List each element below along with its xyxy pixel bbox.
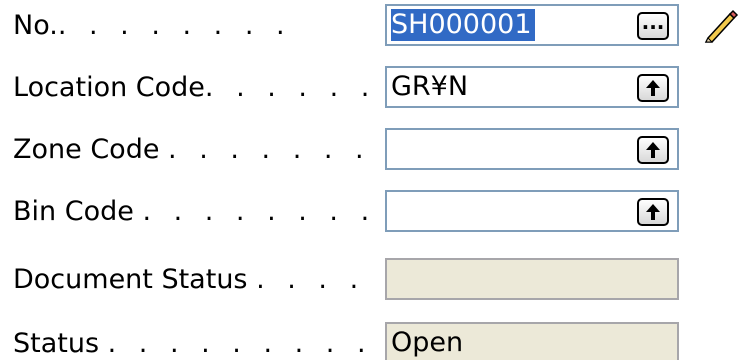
bin-code-field[interactable] (385, 190, 679, 232)
status-label: Status . . . . . . . . . (13, 328, 373, 359)
field-row-status: Status . . . . . . . . . Open (0, 318, 744, 360)
no-label: No.. . . . . . . . (13, 10, 292, 41)
field-row-no: No.. . . . . . . . SH000001 ... (0, 0, 744, 52)
bin-code-label: Bin Code . . . . . . . . (13, 196, 373, 227)
document-status-label: Document Status . . . . . (13, 264, 373, 295)
no-field[interactable]: SH000001 ... (385, 4, 679, 46)
lookup-arrow-icon (646, 204, 660, 220)
field-row-document-status: Document Status . . . . . (0, 254, 744, 306)
field-row-bin-code: Bin Code . . . . . . . . (0, 186, 744, 238)
location-code-lookup-button[interactable] (637, 74, 669, 102)
no-value: SH000001 (391, 9, 535, 41)
location-code-field[interactable]: GR¥N (385, 66, 679, 108)
status-field: Open (385, 322, 679, 360)
zone-code-field[interactable] (385, 128, 679, 170)
field-row-location-code: Location Code. . . . . . GR¥N (0, 62, 744, 114)
assist-edit-button[interactable]: ... (637, 12, 669, 40)
lookup-arrow-icon (646, 80, 660, 96)
warehouse-shipment-header-form: No.. . . . . . . . SH000001 ... Location… (0, 0, 744, 360)
document-status-field (385, 258, 679, 300)
location-code-label: Location Code. . . . . . (13, 72, 373, 103)
ellipsis-icon: ... (641, 10, 665, 34)
zone-code-label: Zone Code . . . . . . . (13, 134, 371, 165)
field-row-zone-code: Zone Code . . . . . . . (0, 124, 744, 176)
zone-code-lookup-button[interactable] (637, 136, 669, 164)
status-value: Open (391, 327, 464, 358)
lookup-arrow-icon (646, 142, 660, 158)
pencil-icon[interactable] (700, 4, 740, 44)
bin-code-lookup-button[interactable] (637, 198, 669, 226)
location-code-value: GR¥N (391, 71, 469, 102)
